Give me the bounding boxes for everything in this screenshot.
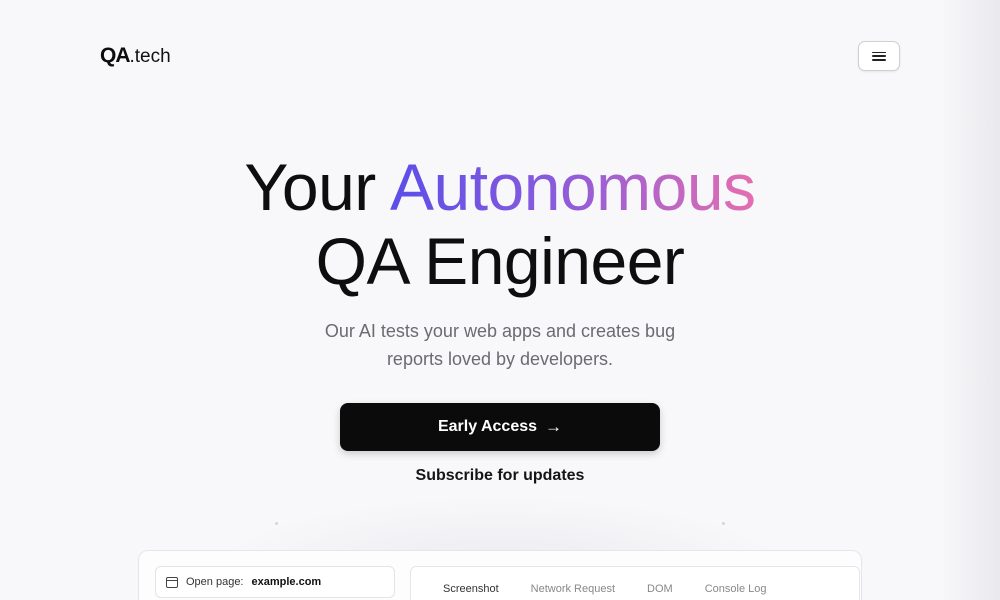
early-access-label: Early Access [437,418,538,435]
hamburger-menu-icon [872,51,886,61]
hero-line-2: QA Engineer [315,224,685,298]
arrow-right-icon: → [545,417,563,436]
open-page-step[interactable]: Open page: example.com [155,566,395,598]
product-preview-panel: Open page: example.com Screenshot Networ… [138,550,862,600]
tab-screenshot[interactable]: Screenshot [411,583,499,595]
logo-mark: QA [100,44,130,67]
right-edge-shade [940,0,1000,600]
subtitle-line-1: Our AI tests your web apps and creates b… [324,321,676,341]
logo[interactable]: QA .tech [100,44,171,68]
preview-tabs: Screenshot Network Request DOM Console L… [411,583,766,595]
hero-line-1: Your Autonomous [0,150,1000,224]
step-url: example.com [251,576,322,588]
tab-network-request[interactable]: Network Request [499,583,615,595]
step-prefix: Open page: [186,576,244,588]
hero-heading: Your Autonomous QA Engineer [0,150,1000,298]
subscribe-link[interactable]: Subscribe for updates [0,467,1000,485]
subtitle-line-2: reports loved by developers. [386,349,614,369]
tab-dom[interactable]: DOM [615,583,673,595]
decor-dot [722,522,725,525]
hero-subtitle: Our AI tests your web apps and creates b… [300,317,700,373]
menu-button[interactable] [858,41,900,71]
hero-plain-word: Your [244,150,376,224]
calendar-icon [166,576,178,588]
tab-console-log[interactable]: Console Log [673,583,767,595]
logo-suffix: .tech [129,46,171,67]
decor-dot [275,522,278,525]
early-access-button[interactable]: Early Access → [340,403,660,451]
hero-highlight-word: Autonomous [389,150,756,224]
preview-tabs-box: Screenshot Network Request DOM Console L… [410,566,860,600]
